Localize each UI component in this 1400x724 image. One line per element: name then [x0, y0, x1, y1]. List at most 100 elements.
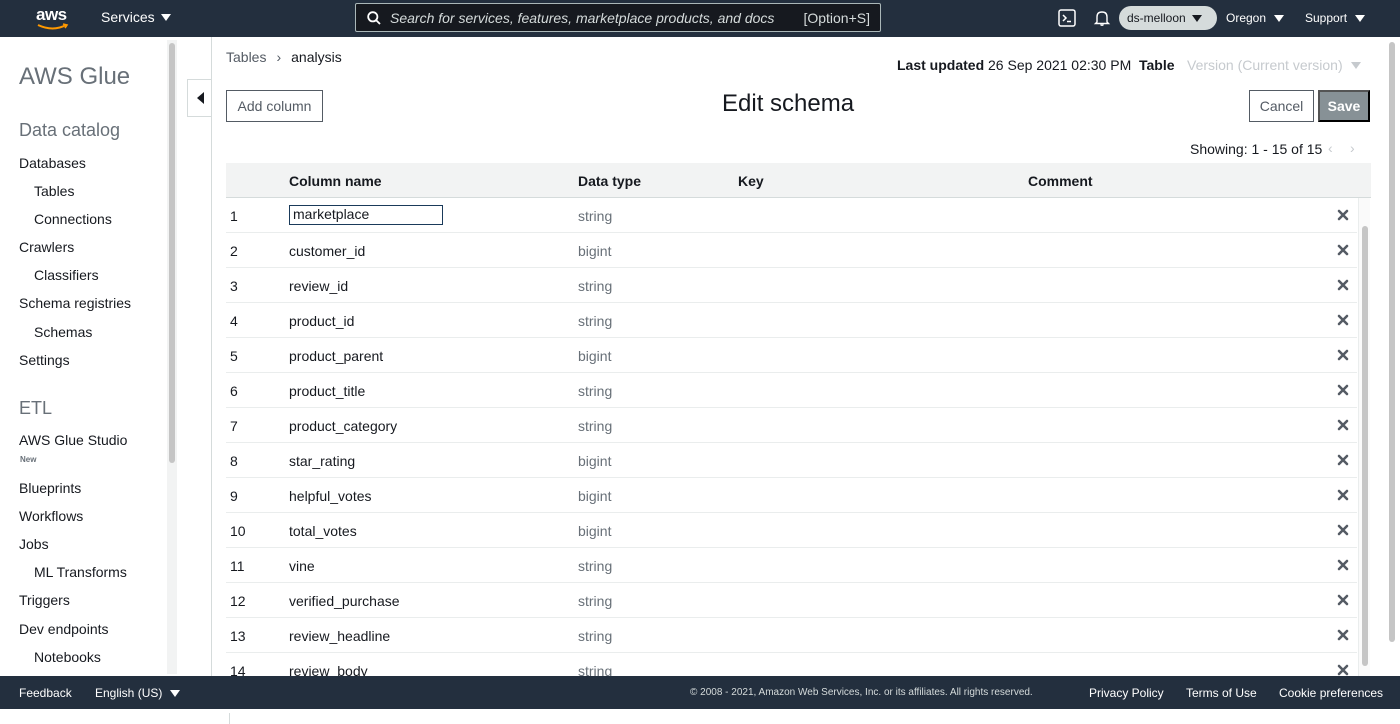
delete-column-icon[interactable]	[1337, 594, 1349, 606]
delete-column-icon[interactable]	[1337, 349, 1349, 361]
column-name[interactable]: review_id	[289, 278, 348, 294]
table-row: 4 product_id string	[226, 303, 1357, 338]
sidebar-item-triggers[interactable]: Triggers	[19, 592, 70, 608]
sidebar: AWS Glue Data catalog Databases Tables C…	[0, 37, 166, 676]
delete-column-icon[interactable]	[1337, 209, 1349, 221]
data-type[interactable]: string	[578, 313, 612, 329]
language-selector[interactable]: English (US)	[95, 686, 181, 700]
search-shortcut: [Option+S]	[803, 10, 870, 26]
column-name[interactable]: product_title	[289, 383, 365, 399]
column-name-input[interactable]: marketplace	[289, 205, 443, 225]
page-scroll-thumb[interactable]	[1389, 42, 1395, 642]
version-select[interactable]: Version (Current version)	[1187, 57, 1361, 73]
terms-of-use-link[interactable]: Terms of Use	[1186, 686, 1257, 700]
sidebar-item-classifiers[interactable]: Classifiers	[34, 267, 99, 283]
data-type[interactable]: string	[578, 663, 612, 676]
sidebar-title[interactable]: AWS Glue	[19, 63, 130, 91]
column-name[interactable]: total_votes	[289, 523, 357, 539]
next-page-button[interactable]: ›	[1350, 140, 1355, 156]
sidebar-item-dev-endpoints[interactable]: Dev endpoints	[19, 621, 109, 637]
data-type[interactable]: bigint	[578, 243, 611, 259]
table-scroll-thumb[interactable]	[1362, 226, 1368, 666]
user-name: ds-melloon	[1127, 11, 1186, 25]
column-name[interactable]: product_id	[289, 313, 354, 329]
data-type[interactable]: bigint	[578, 523, 611, 539]
privacy-policy-link[interactable]: Privacy Policy	[1089, 686, 1164, 700]
support-menu[interactable]: Support	[1305, 11, 1366, 25]
add-column-button[interactable]: Add column	[226, 90, 323, 122]
search-input[interactable]: Search for services, features, marketpla…	[355, 3, 881, 32]
column-name[interactable]: review_body	[289, 663, 368, 676]
region-selector[interactable]: Oregon	[1226, 11, 1285, 25]
sidebar-item-tables[interactable]: Tables	[34, 183, 74, 199]
sidebar-item-connections[interactable]: Connections	[34, 211, 112, 227]
sidebar-item-schema-registries[interactable]: Schema registries	[19, 295, 131, 311]
delete-column-icon[interactable]	[1337, 384, 1349, 396]
column-name[interactable]: vine	[289, 558, 315, 574]
sidebar-item-workflows[interactable]: Workflows	[19, 508, 83, 524]
save-button[interactable]: Save	[1318, 90, 1370, 122]
bell-icon[interactable]	[1093, 9, 1111, 27]
sidebar-item-databases[interactable]: Databases	[19, 155, 86, 171]
column-name[interactable]: star_rating	[289, 453, 355, 469]
table-scrollbar[interactable]	[1358, 198, 1370, 676]
column-name[interactable]: helpful_votes	[289, 488, 372, 504]
column-name[interactable]: product_parent	[289, 348, 383, 364]
delete-column-icon[interactable]	[1337, 454, 1349, 466]
delete-column-icon[interactable]	[1337, 489, 1349, 501]
data-type[interactable]: string	[578, 628, 612, 644]
data-type[interactable]: string	[578, 208, 612, 224]
previous-page-button[interactable]: ‹	[1328, 140, 1333, 156]
column-name[interactable]: verified_purchase	[289, 593, 400, 609]
delete-column-icon[interactable]	[1337, 664, 1349, 676]
sidebar-item-blueprints[interactable]: Blueprints	[19, 480, 81, 496]
data-type[interactable]: string	[578, 383, 612, 399]
delete-column-icon[interactable]	[1337, 419, 1349, 431]
data-type[interactable]: string	[578, 593, 612, 609]
data-type[interactable]: string	[578, 278, 612, 294]
sidebar-item-jobs[interactable]: Jobs	[19, 536, 49, 552]
column-header-name: Column name	[289, 173, 382, 189]
data-type[interactable]: string	[578, 418, 612, 434]
table-row: 8 star_rating bigint	[226, 443, 1357, 478]
delete-column-icon[interactable]	[1337, 279, 1349, 291]
page-scrollbar[interactable]	[1387, 40, 1397, 676]
breadcrumb-tables-link[interactable]: Tables	[226, 49, 266, 65]
column-name[interactable]: review_headline	[289, 628, 390, 644]
user-menu[interactable]: ds-melloon	[1119, 6, 1217, 30]
sidebar-item-glue-studio[interactable]: AWS Glue Studio	[19, 432, 127, 448]
cloudshell-icon[interactable]	[1058, 9, 1076, 27]
sidebar-item-ml-transforms[interactable]: ML Transforms	[34, 564, 127, 580]
aws-logo[interactable]: aws	[36, 5, 70, 31]
cookie-preferences-link[interactable]: Cookie preferences	[1279, 686, 1383, 700]
sidebar-scrollbar[interactable]	[167, 40, 177, 674]
data-type[interactable]: bigint	[578, 488, 611, 504]
delete-column-icon[interactable]	[1337, 559, 1349, 571]
delete-column-icon[interactable]	[1337, 629, 1349, 641]
delete-column-icon[interactable]	[1337, 314, 1349, 326]
chevron-down-icon	[160, 13, 171, 21]
sidebar-scroll-thumb[interactable]	[169, 43, 175, 463]
table-row: 12 verified_purchase string	[226, 583, 1357, 618]
data-type[interactable]: string	[578, 558, 612, 574]
sidebar-item-crawlers[interactable]: Crawlers	[19, 239, 74, 255]
delete-column-icon[interactable]	[1337, 524, 1349, 536]
row-number: 8	[230, 453, 238, 469]
collapse-sidebar-button[interactable]	[187, 79, 212, 117]
chevron-down-icon	[170, 689, 181, 697]
table-row: 14 review_body string	[226, 653, 1357, 676]
data-type[interactable]: bigint	[578, 348, 611, 364]
delete-column-icon[interactable]	[1337, 244, 1349, 256]
services-menu[interactable]: Services	[101, 9, 171, 25]
data-type[interactable]: bigint	[578, 453, 611, 469]
column-name[interactable]: product_category	[289, 418, 397, 434]
sidebar-item-schemas[interactable]: Schemas	[34, 324, 92, 340]
sidebar-item-settings[interactable]: Settings	[19, 352, 70, 368]
chevron-down-icon	[1191, 14, 1202, 22]
sidebar-item-notebooks[interactable]: Notebooks	[34, 649, 101, 665]
row-number: 4	[230, 313, 238, 329]
column-name[interactable]: customer_id	[289, 243, 365, 259]
cancel-button[interactable]: Cancel	[1249, 90, 1314, 122]
feedback-link[interactable]: Feedback	[19, 686, 72, 700]
footer: Feedback English (US) © 2008 - 2021, Ama…	[0, 676, 1400, 709]
